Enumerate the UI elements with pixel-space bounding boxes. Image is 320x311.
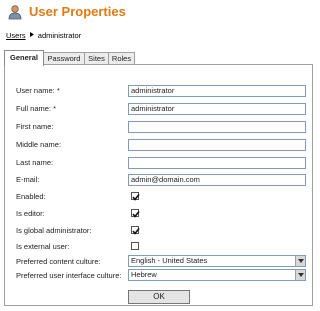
is-global-admin-checkbox[interactable] (131, 226, 140, 235)
content-culture-select[interactable]: English - United States (128, 255, 306, 267)
general-panel: User name: * administrator Full name: * … (4, 64, 313, 306)
lastname-input[interactable] (128, 157, 306, 169)
firstname-label: First name: (16, 122, 54, 131)
ui-culture-value: Hebrew (131, 270, 157, 279)
is-global-admin-label: Is global administrator: (16, 226, 92, 235)
middlename-input[interactable] (128, 139, 306, 151)
content-culture-value: English - United States (131, 256, 208, 265)
ui-culture-select[interactable]: Hebrew (128, 269, 306, 281)
is-editor-checkbox[interactable] (131, 209, 140, 218)
content-culture-label: Preferred content culture: (16, 257, 101, 266)
is-external-checkbox[interactable] (131, 242, 139, 250)
enabled-checkbox[interactable] (131, 192, 140, 201)
header: User Properties (0, 0, 320, 26)
triangle-right-icon (29, 32, 34, 39)
lastname-label: Last name: (16, 158, 54, 167)
fullname-label: Full name: * (16, 104, 57, 113)
ui-culture-label: Preferred user interface culture: (16, 271, 122, 280)
user-icon (7, 4, 23, 20)
email-input[interactable]: admin@domain.com (128, 174, 306, 186)
is-editor-label: Is editor: (16, 209, 45, 218)
username-input[interactable]: administrator (128, 85, 306, 97)
email-label: E-mail: (16, 175, 40, 184)
middlename-label: Middle name: (16, 140, 62, 149)
tab-general[interactable]: General (4, 50, 44, 66)
breadcrumb-users-link[interactable]: Users (6, 31, 26, 40)
is-external-label: Is external user: (16, 242, 70, 251)
fullname-input[interactable]: administrator (128, 103, 306, 115)
username-label: User name: * (16, 86, 60, 95)
enabled-label: Enabled: (16, 192, 46, 201)
firstname-input[interactable] (128, 121, 306, 133)
chevron-down-icon[interactable] (295, 256, 305, 266)
page-title: User Properties (29, 4, 126, 19)
chevron-down-icon[interactable] (295, 270, 305, 280)
breadcrumb-current: administrator (37, 31, 82, 40)
ok-button[interactable]: OK (128, 290, 190, 304)
breadcrumb: Users administrator (6, 31, 81, 40)
